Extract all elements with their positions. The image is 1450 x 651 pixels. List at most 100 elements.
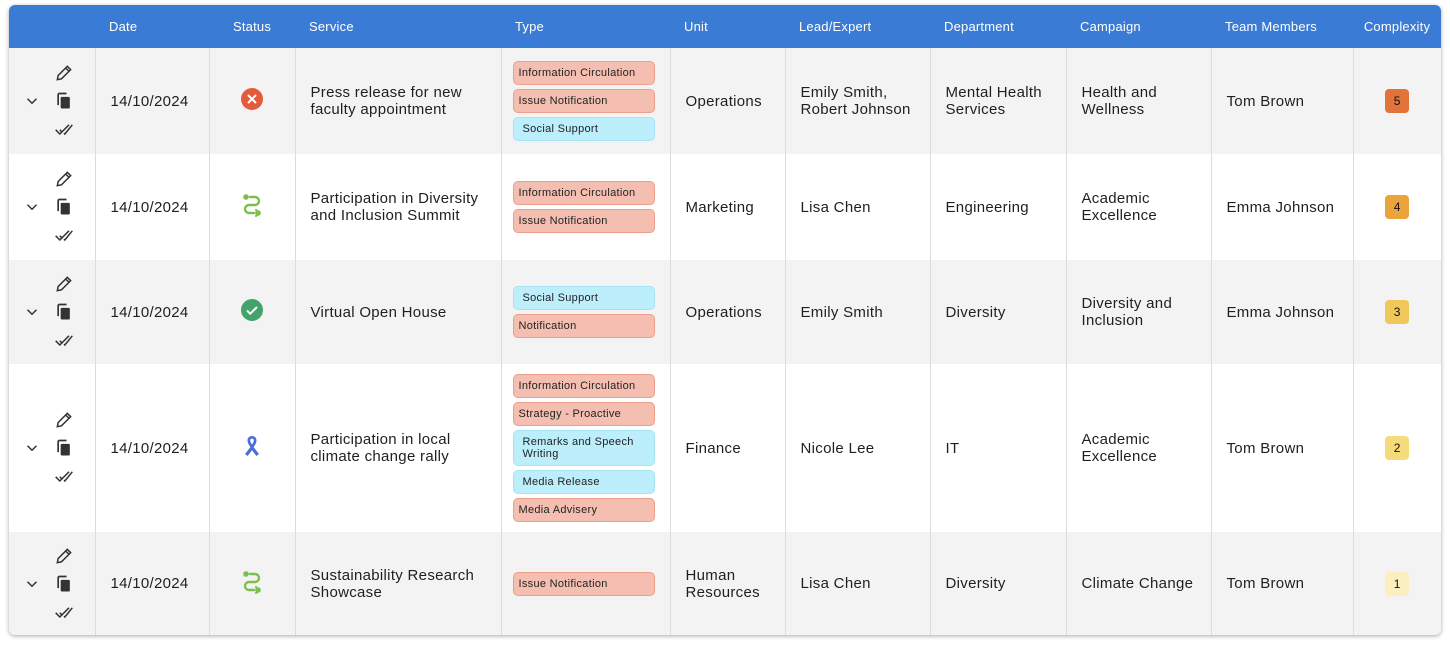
date-cell: 14/10/2024 xyxy=(95,154,210,260)
chevron-down-icon[interactable] xyxy=(23,92,41,110)
unit-cell: Marketing xyxy=(670,154,786,260)
copy-icon[interactable] xyxy=(54,302,74,322)
pencil-icon[interactable] xyxy=(54,169,74,189)
table-row[interactable]: 14/10/2024 Participation in local climat… xyxy=(9,364,1441,532)
done-all-icon[interactable] xyxy=(54,119,74,139)
header-department[interactable]: Department xyxy=(930,5,1066,48)
date-cell: 14/10/2024 xyxy=(95,532,210,635)
type-tag: Issue Notification xyxy=(512,89,655,113)
status-cell xyxy=(209,260,296,364)
done-all-icon[interactable] xyxy=(54,330,74,350)
complexity-cell: 1 xyxy=(1353,532,1441,635)
complexity-badge: 3 xyxy=(1385,300,1410,324)
campaign-cell: Diversity and Inclusion xyxy=(1066,260,1212,364)
complexity-badge: 4 xyxy=(1385,195,1410,219)
copy-icon[interactable] xyxy=(54,197,74,217)
chevron-down-icon[interactable] xyxy=(23,198,41,216)
table-body: 14/10/2024 Press release for new faculty… xyxy=(9,48,1441,635)
campaign-cell: Academic Excellence xyxy=(1066,154,1212,260)
pencil-icon[interactable] xyxy=(54,274,74,294)
type-tag: Media Advisery xyxy=(512,498,655,522)
cancel-icon xyxy=(240,87,264,111)
service-cell: Participation in Diversity and Inclusion… xyxy=(295,154,502,260)
type-cell: Information Circulation Issue Notificatio… xyxy=(501,154,671,260)
lead-cell: Nicole Lee xyxy=(785,364,931,532)
type-cell: Information Circulation Issue Notificatio… xyxy=(501,48,671,154)
service-cell: Virtual Open House xyxy=(295,260,502,364)
type-tag: Information Circulation xyxy=(512,374,655,398)
pencil-icon[interactable] xyxy=(54,63,74,83)
complexity-cell: 5 xyxy=(1353,48,1441,154)
type-tag: Issue Notification xyxy=(512,571,655,596)
table-row[interactable]: 14/10/2024 Participation in Diversity an… xyxy=(9,154,1441,260)
copy-icon[interactable] xyxy=(54,438,74,458)
service-cell: Participation in local climate change ra… xyxy=(295,364,502,532)
header-date[interactable]: Date xyxy=(95,5,209,48)
team-cell: Tom Brown xyxy=(1211,48,1354,154)
done-all-icon[interactable] xyxy=(54,602,74,622)
data-table-card: Date Status Service Type Unit Lead/Exper… xyxy=(9,5,1441,635)
row-actions-cell xyxy=(9,532,96,635)
type-cell: Issue Notification xyxy=(501,532,671,635)
header-actions xyxy=(9,5,95,48)
header-status[interactable]: Status xyxy=(209,5,295,48)
row-actions-cell xyxy=(9,364,96,532)
team-cell: Tom Brown xyxy=(1211,532,1354,635)
campaign-cell: Climate Change xyxy=(1066,532,1212,635)
date-cell: 14/10/2024 xyxy=(95,260,210,364)
table-row[interactable]: 14/10/2024 Virtual Open House Social Sup… xyxy=(9,260,1441,364)
type-cell: Information Circulation Strategy - Proact… xyxy=(501,364,671,532)
type-cell: Social Support Notification xyxy=(501,260,671,364)
table-row[interactable]: 14/10/2024 Press release for new faculty… xyxy=(9,48,1441,154)
unit-cell: Operations xyxy=(670,48,786,154)
header-unit[interactable]: Unit xyxy=(670,5,785,48)
table-row[interactable]: 14/10/2024 Sustainability Research Showc… xyxy=(9,532,1441,635)
done-all-icon[interactable] xyxy=(54,225,74,245)
header-lead[interactable]: Lead/Expert xyxy=(785,5,930,48)
lead-cell: Lisa Chen xyxy=(785,154,931,260)
type-tag: Notification xyxy=(512,314,655,338)
pencil-icon[interactable] xyxy=(54,546,74,566)
department-cell: IT xyxy=(930,364,1067,532)
check-circle-icon xyxy=(240,298,264,322)
chevron-down-icon[interactable] xyxy=(23,303,41,321)
pencil-icon[interactable] xyxy=(54,410,74,430)
ribbon-icon xyxy=(240,434,264,458)
unit-cell: Human Resources xyxy=(670,532,786,635)
unit-cell: Finance xyxy=(670,364,786,532)
route-icon xyxy=(240,193,264,217)
complexity-cell: 4 xyxy=(1353,154,1441,260)
lead-cell: Emily Smith xyxy=(785,260,931,364)
header-team[interactable]: Team Members xyxy=(1211,5,1353,48)
complexity-badge: 1 xyxy=(1385,571,1410,596)
service-cell: Press release for new faculty appointmen… xyxy=(295,48,502,154)
department-cell: Mental Health Services xyxy=(930,48,1067,154)
type-tag: Remarks and Speech Writing xyxy=(512,430,655,466)
chevron-down-icon[interactable] xyxy=(23,575,41,593)
copy-icon[interactable] xyxy=(54,91,74,111)
type-tag: Information Circulation xyxy=(512,61,655,85)
lead-cell: Emily Smith, Robert Johnson xyxy=(785,48,931,154)
status-cell xyxy=(209,48,296,154)
team-cell: Emma Johnson xyxy=(1211,154,1354,260)
done-all-icon[interactable] xyxy=(54,466,74,486)
status-cell xyxy=(209,154,296,260)
header-type[interactable]: Type xyxy=(501,5,670,48)
campaign-cell: Health and Wellness xyxy=(1066,48,1212,154)
complexity-cell: 2 xyxy=(1353,364,1441,532)
complexity-badge: 5 xyxy=(1385,89,1410,113)
complexity-badge: 2 xyxy=(1385,436,1410,460)
header-complexity[interactable]: Complexity xyxy=(1353,5,1441,48)
chevron-down-icon[interactable] xyxy=(23,439,41,457)
department-cell: Diversity xyxy=(930,532,1067,635)
unit-cell: Operations xyxy=(670,260,786,364)
team-cell: Tom Brown xyxy=(1211,364,1354,532)
team-cell: Emma Johnson xyxy=(1211,260,1354,364)
type-tag: Issue Notification xyxy=(512,209,655,233)
header-service[interactable]: Service xyxy=(295,5,501,48)
type-tag: Social Support xyxy=(512,286,655,310)
complexity-cell: 3 xyxy=(1353,260,1441,364)
copy-icon[interactable] xyxy=(54,574,74,594)
header-campaign[interactable]: Campaign xyxy=(1066,5,1211,48)
row-actions-cell xyxy=(9,260,96,364)
